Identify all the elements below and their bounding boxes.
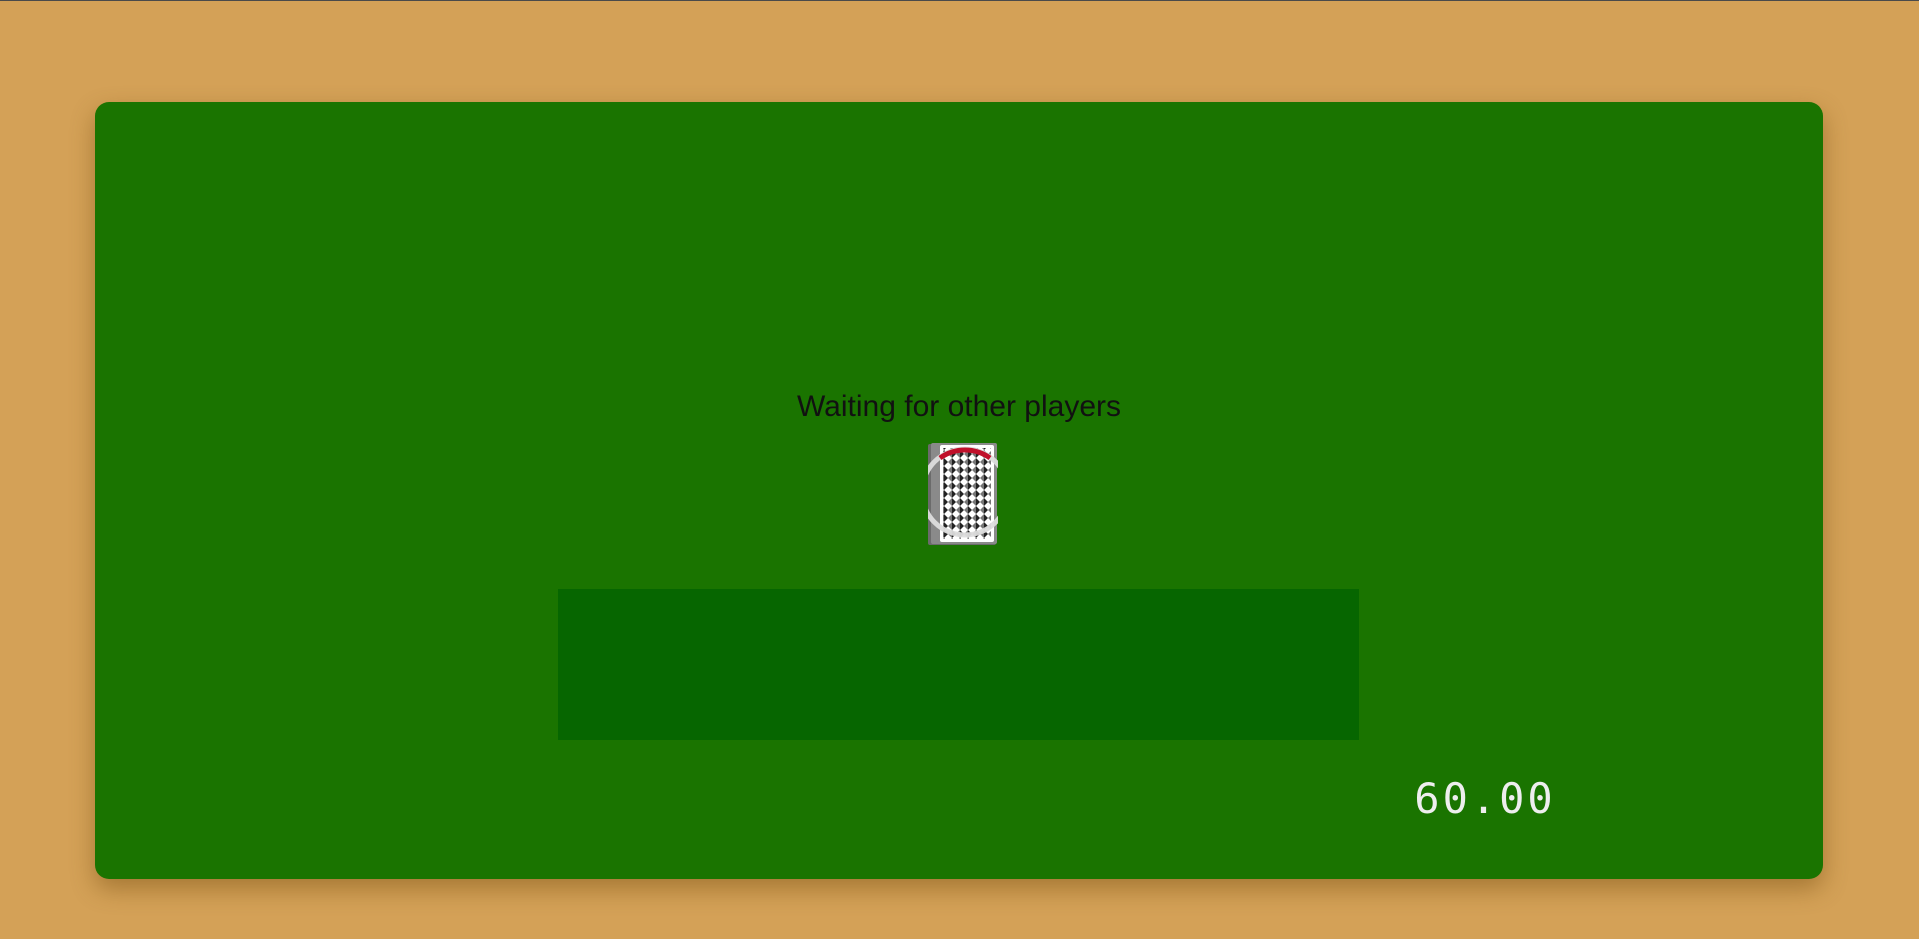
status-message: Waiting for other players	[796, 390, 1122, 423]
game-table: Waiting for other players 60.00	[95, 102, 1823, 879]
player-hand-area[interactable]	[558, 589, 1359, 740]
window-top-border	[0, 0, 1919, 1]
card-deck[interactable]	[928, 442, 998, 546]
turn-timer: 60.00	[1414, 774, 1556, 823]
card-back-icon	[928, 443, 998, 545]
